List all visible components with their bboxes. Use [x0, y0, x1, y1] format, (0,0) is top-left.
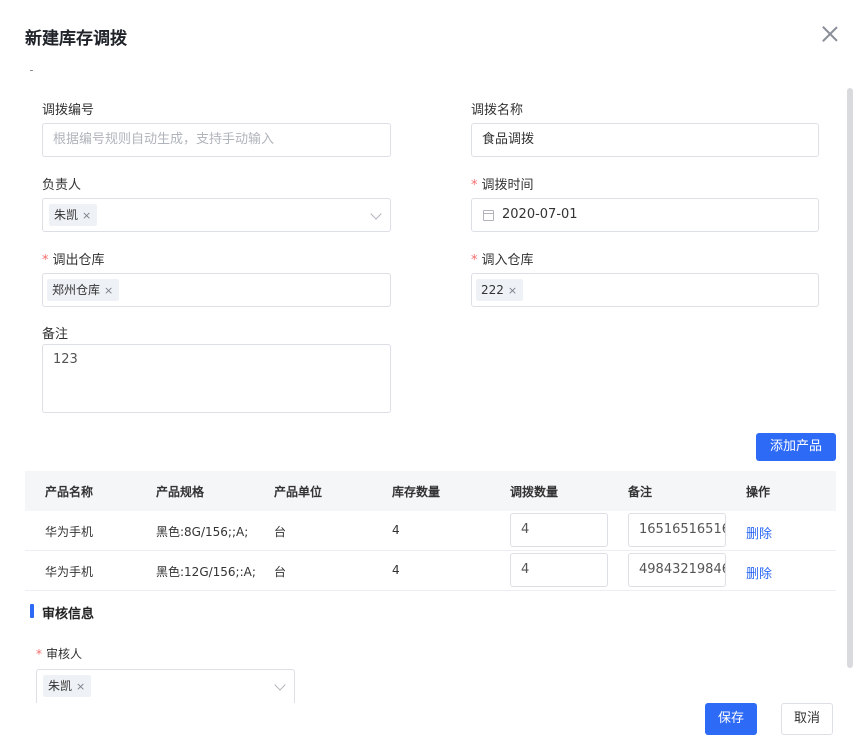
out-warehouse-label: * 调出仓库	[42, 249, 105, 268]
reviewer-tag: 朱凯 ×	[43, 675, 92, 697]
required-mark: *	[471, 253, 478, 268]
tag-close-icon[interactable]: ×	[104, 284, 113, 297]
delete-link[interactable]: 删除	[746, 563, 772, 582]
column-header: 库存数量	[392, 485, 441, 499]
owner-tag-text: 朱凯	[54, 208, 79, 222]
required-mark: *	[471, 178, 478, 193]
review-section-title: 审核信息	[42, 607, 95, 622]
table-row: 华为手机 黑色:12G/156;:A; 台 4 4 49843219846 删除	[25, 551, 836, 591]
scrollbar[interactable]	[847, 88, 853, 668]
out-warehouse-tag: 郑州仓库 ×	[47, 279, 120, 301]
out-warehouse-select[interactable]: 郑州仓库 ×	[42, 273, 391, 307]
time-picker[interactable]: 2020-07-01	[471, 198, 819, 232]
row-remark-input[interactable]: 49843219846	[628, 553, 726, 587]
reviewer-select[interactable]: 朱凯 ×	[36, 669, 295, 703]
name-input[interactable]: 食品调拨	[471, 123, 819, 157]
column-header: 备注	[628, 485, 653, 499]
in-warehouse-label: * 调入仓库	[471, 249, 534, 268]
code-input[interactable]: 根据编号规则自动生成，支持手动输入	[42, 123, 391, 157]
add-product-button[interactable]: 添加产品	[756, 433, 836, 461]
column-header: 调拨数量	[510, 485, 559, 499]
chevron-down-icon	[370, 208, 382, 220]
product-spec: 黑色:12G/156;:A;	[156, 565, 256, 579]
product-spec: 黑色:8G/156;;A;	[156, 525, 249, 539]
table-row: 华为手机 黑色:8G/156;;A; 台 4 4 16516516516 删除	[25, 511, 836, 551]
in-warehouse-tag: 222 ×	[476, 279, 524, 301]
in-warehouse-select[interactable]: 222 ×	[471, 273, 819, 307]
product-stock: 4	[392, 523, 400, 537]
product-name: 华为手机	[45, 525, 94, 539]
tag-close-icon[interactable]: ×	[508, 284, 517, 297]
product-name: 华为手机	[45, 565, 94, 579]
save-button[interactable]: 保存	[705, 703, 757, 735]
product-unit: 台	[274, 565, 287, 579]
reviewer-label-text: 审核人	[46, 647, 83, 661]
name-label: 调拨名称	[471, 103, 524, 118]
chevron-down-icon	[274, 679, 286, 691]
product-unit: 台	[274, 525, 287, 539]
table-header: 产品名称 产品规格 产品单位 库存数量 调拨数量 备注 操作	[25, 471, 836, 511]
required-mark: *	[42, 253, 49, 268]
scroll-edge-mark	[30, 70, 33, 71]
remark-textarea[interactable]: 123	[42, 344, 391, 413]
owner-select[interactable]: 朱凯 ×	[42, 198, 391, 232]
close-icon[interactable]	[820, 24, 840, 44]
owner-tag: 朱凯 ×	[49, 204, 98, 226]
cancel-button[interactable]: 取消	[781, 703, 833, 735]
transfer-qty-input[interactable]: 4	[510, 513, 608, 547]
column-header: 产品规格	[156, 485, 205, 499]
column-header: 操作	[746, 485, 771, 499]
reviewer-tag-text: 朱凯	[48, 679, 73, 693]
delete-link[interactable]: 删除	[746, 523, 772, 542]
tag-close-icon[interactable]: ×	[76, 680, 85, 693]
section-accent-bar	[30, 604, 34, 618]
column-header: 产品单位	[274, 485, 323, 499]
in-warehouse-label-text: 调入仓库	[481, 253, 534, 268]
out-warehouse-tag-text: 郑州仓库	[52, 283, 101, 297]
stock-transfer-dialog: 新建库存调拨 调拨编号 根据编号规则自动生成，支持手动输入 调拨名称 食品调拨 …	[0, 0, 864, 755]
product-stock: 4	[392, 563, 400, 577]
remark-label: 备注	[42, 327, 69, 342]
dialog-title: 新建库存调拨	[25, 29, 127, 49]
row-remark-input[interactable]: 16516516516	[628, 513, 726, 547]
time-label: * 调拨时间	[471, 174, 534, 193]
out-warehouse-label-text: 调出仓库	[52, 253, 105, 268]
time-value: 2020-07-01	[502, 207, 578, 222]
required-mark: *	[36, 647, 42, 661]
in-warehouse-tag-text: 222	[481, 283, 504, 297]
reviewer-label: * 审核人	[36, 645, 82, 662]
column-header: 产品名称	[45, 485, 94, 499]
tag-close-icon[interactable]: ×	[82, 209, 91, 222]
calendar-icon	[483, 210, 494, 221]
time-label-text: 调拨时间	[481, 178, 534, 193]
owner-label: 负责人	[42, 178, 82, 193]
code-label: 调拨编号	[42, 103, 95, 118]
transfer-qty-input[interactable]: 4	[510, 553, 608, 587]
